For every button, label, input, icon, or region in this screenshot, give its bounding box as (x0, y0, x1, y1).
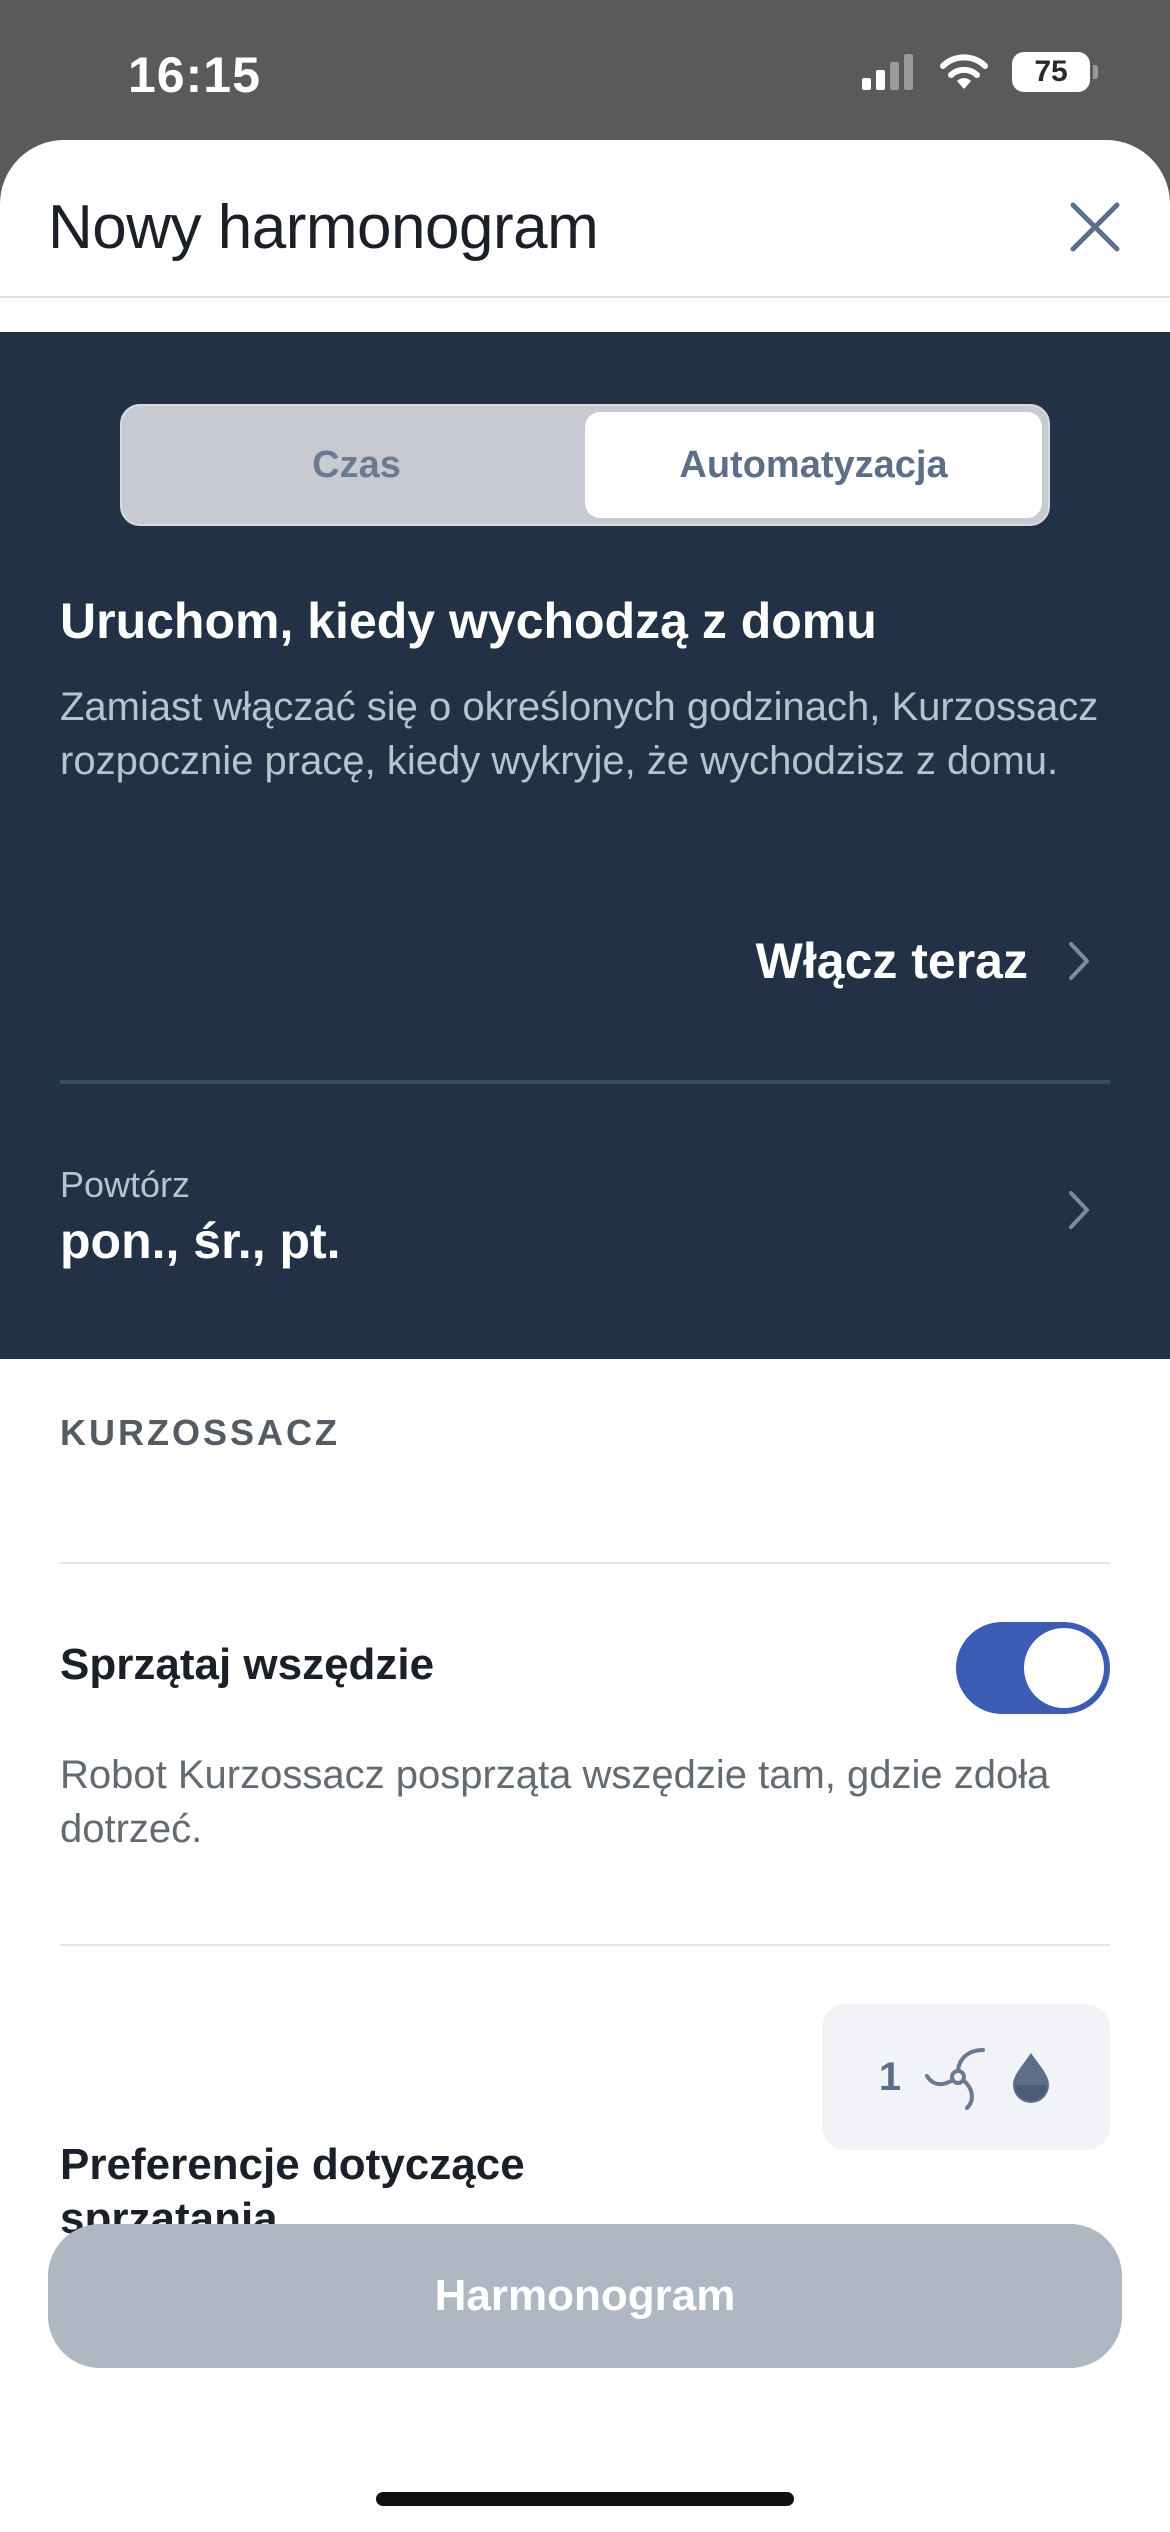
clean-everywhere-title: Sprzątaj wszędzie (60, 1640, 435, 1689)
enable-now-label: Włącz teraz (755, 933, 1028, 989)
close-icon (1070, 202, 1120, 252)
passes-count: 1 (878, 2054, 902, 2099)
battery-level: 75 (1034, 55, 1068, 88)
screen: 16:15 75 Nowy harmonogram Czas Automatyz… (0, 0, 1170, 2532)
chevron-right-icon (1069, 1191, 1089, 1229)
page-title: Nowy harmonogram (48, 193, 599, 262)
clean-everywhere-description: Robot Kurzossacz posprząta wszędzie tam,… (60, 1753, 1050, 1851)
repeat-value: pon., śr., pt. (60, 1213, 341, 1269)
automation-panel: Czas Automatyzacja Uruchom, kiedy wychod… (0, 332, 1170, 1359)
status-time: 16:15 (128, 47, 261, 103)
panel-divider (60, 1080, 1110, 1084)
sheet-header: Nowy harmonogram (0, 140, 1170, 298)
divider (60, 1562, 1110, 1564)
chevron-right-icon (1069, 942, 1089, 980)
enable-now-button[interactable]: Włącz teraz (756, 932, 1090, 990)
wifi-icon (940, 54, 988, 89)
close-button[interactable] (1058, 190, 1132, 264)
repeat-label: Powtórz (60, 1164, 191, 1205)
cleaning-preferences-button[interactable]: 1 (822, 2004, 1110, 2150)
toggle-knob (1024, 1628, 1104, 1708)
fan-icon (925, 2048, 986, 2110)
clean-everywhere-toggle[interactable] (956, 1622, 1110, 1714)
battery-icon: 75 (1012, 52, 1098, 92)
divider (60, 1944, 1110, 1946)
home-indicator (376, 2492, 794, 2506)
status-bar: 16:15 75 (0, 0, 1170, 140)
schedule-button[interactable]: Harmonogram (48, 2224, 1122, 2368)
schedule-sheet: Nowy harmonogram Czas Automatyzacja Uruc… (0, 140, 1170, 2532)
tab-automation[interactable]: Automatyzacja (585, 412, 1042, 518)
signal-icon (862, 54, 913, 90)
tab-time[interactable]: Czas (128, 412, 585, 518)
device-section-label: KURZOSSACZ (60, 1412, 340, 1453)
status-icons: 75 (860, 52, 1098, 92)
automation-heading: Uruchom, kiedy wychodzą z domu (60, 593, 877, 649)
automation-description: Zamiast włączać się o określonych godzin… (60, 685, 1099, 783)
mode-segmented-control: Czas Automatyzacja (120, 404, 1050, 526)
water-drop-icon (1013, 2053, 1050, 2103)
